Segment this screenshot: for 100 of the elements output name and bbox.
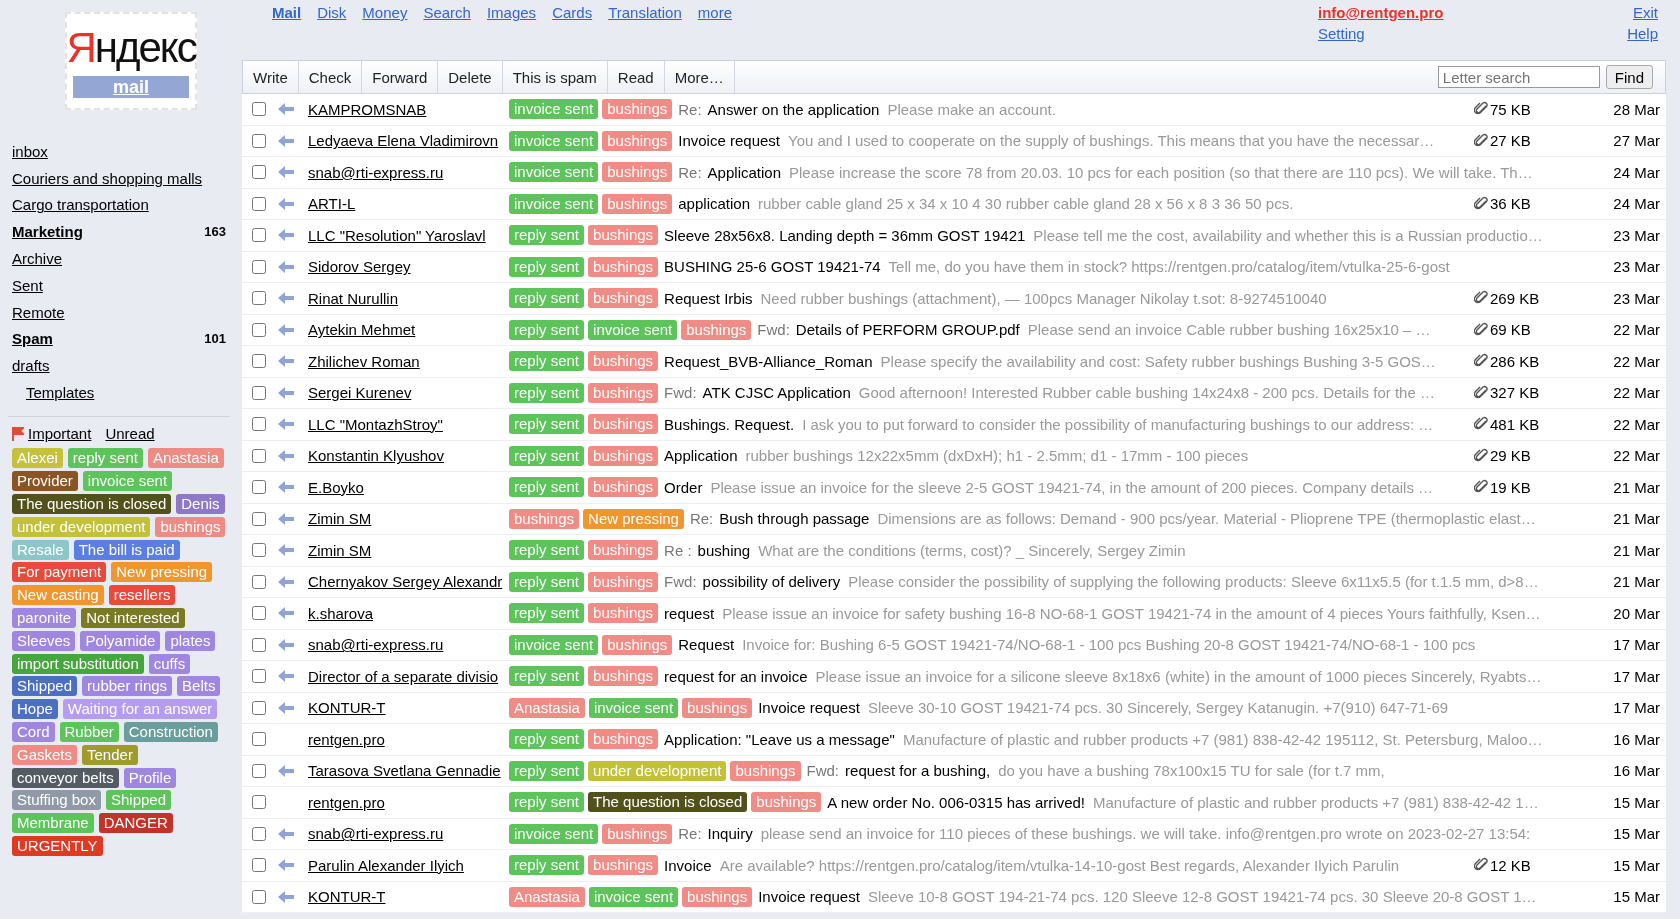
message-subject[interactable]: Application: "Leave us a message"	[664, 730, 895, 748]
search-field[interactable]: Letter search	[1437, 66, 1600, 88]
message-tag[interactable]: Anastasia	[509, 697, 585, 718]
label-tag[interactable]: plates	[165, 630, 216, 651]
message-tag[interactable]: bushings	[751, 792, 822, 813]
message-tag[interactable]: bushings	[602, 823, 673, 844]
message-tag[interactable]: bushings	[602, 634, 673, 655]
message-tag[interactable]: bushings	[588, 571, 659, 592]
label-tag[interactable]: Construction	[123, 721, 218, 742]
message-checkbox[interactable]	[252, 417, 266, 432]
sender-link[interactable]: rentgen.pro	[308, 730, 385, 748]
label-tag[interactable]: New casting	[12, 585, 104, 606]
message-subject[interactable]: Invoice	[664, 856, 712, 874]
toolbar-button[interactable]: Check	[298, 61, 363, 93]
logo-product[interactable]: mail	[73, 76, 189, 98]
sender-link[interactable]: Sergei Kurenev	[308, 384, 412, 402]
folder-link[interactable]: Spam	[12, 330, 53, 348]
sender-link[interactable]: Zimin SM	[308, 510, 372, 528]
nav-link[interactable]: Translation	[608, 4, 682, 60]
message-subject[interactable]: Application	[707, 163, 781, 181]
message-tag[interactable]: bushings	[602, 193, 673, 214]
message-checkbox[interactable]	[252, 102, 266, 117]
folder-link[interactable]: Remote	[12, 303, 65, 321]
label-tag[interactable]: resellers	[108, 585, 176, 606]
label-tag[interactable]: Sleeves	[12, 630, 76, 651]
message-tag[interactable]: bushings	[602, 162, 673, 183]
logo[interactable]: Яндекс mail	[65, 12, 197, 110]
message-tag[interactable]: bushings	[588, 414, 659, 435]
sender-link[interactable]: k.sharova	[308, 604, 374, 622]
message-checkbox[interactable]	[252, 637, 266, 652]
message-tag[interactable]: bushings	[682, 697, 753, 718]
nav-link[interactable]: Cards	[552, 4, 593, 60]
message-subject[interactable]: A new order No. 006-0315 has arrived!	[827, 793, 1085, 811]
message-checkbox[interactable]	[252, 732, 266, 747]
label-tag[interactable]: import substitution	[12, 653, 144, 674]
label-tag[interactable]: bushings	[155, 516, 226, 537]
message-checkbox[interactable]	[252, 669, 266, 684]
sender-link[interactable]: Zimin SM	[308, 541, 372, 559]
message-checkbox[interactable]	[252, 826, 266, 841]
nav-link[interactable]: Search	[423, 4, 471, 60]
sender-link[interactable]: KAMPROMSNAB	[308, 100, 427, 118]
message-subject[interactable]: Sleeve 28x56x8. Landing depth = 36mm GOST 19421	[664, 226, 1026, 244]
folder-link[interactable]: Marketing	[12, 223, 83, 241]
folder-link[interactable]: Archive	[12, 250, 63, 268]
sender-link[interactable]: LLC "MontazhStroy"	[308, 415, 443, 433]
message-checkbox[interactable]	[252, 700, 266, 715]
toolbar-button[interactable]: Write	[243, 61, 299, 93]
label-tag[interactable]: paronite	[12, 607, 77, 628]
label-tag[interactable]: Provider	[12, 471, 78, 492]
message-tag[interactable]: The question is closed	[588, 792, 748, 813]
message-tag[interactable]: bushings	[588, 855, 659, 876]
label-tag[interactable]: Tender	[82, 744, 138, 765]
label-tag[interactable]: Gaskets	[12, 744, 78, 765]
sender-link[interactable]: Zhilichev Roman	[308, 352, 420, 370]
message-checkbox[interactable]	[252, 606, 266, 621]
message-tag[interactable]: bushings	[588, 666, 659, 687]
message-checkbox[interactable]	[252, 511, 266, 526]
nav-link[interactable]: Money	[362, 4, 408, 60]
message-tag[interactable]: bushings	[588, 477, 659, 498]
sender-link[interactable]: Parulin Alexander Ilyich	[308, 856, 464, 874]
message-checkbox[interactable]	[252, 543, 266, 558]
message-tag[interactable]: bushings	[588, 540, 659, 561]
sender-link[interactable]: snab@rti-express.ru	[308, 825, 444, 843]
message-tag[interactable]: bushings	[588, 288, 659, 309]
label-tag[interactable]: For payment	[12, 562, 107, 583]
message-tag[interactable]: bushings	[730, 760, 801, 781]
message-checkbox[interactable]	[252, 889, 266, 904]
sender-link[interactable]: snab@rti-express.ru	[308, 636, 444, 654]
label-tag[interactable]: Profile	[123, 767, 177, 788]
label-tag[interactable]: Denis	[176, 493, 225, 514]
folder-link[interactable]: drafts	[12, 357, 50, 375]
message-tag[interactable]: bushings	[588, 382, 659, 403]
message-checkbox[interactable]	[252, 385, 266, 400]
account-email[interactable]: info@rentgen.pro	[1318, 4, 1588, 21]
message-tag[interactable]: bushings	[588, 445, 659, 466]
message-tag[interactable]: bushings	[602, 99, 673, 120]
filter-link[interactable]: Important	[28, 425, 92, 443]
message-subject[interactable]: Request Irbis	[664, 289, 753, 307]
message-checkbox[interactable]	[252, 795, 266, 810]
message-tag[interactable]: bushings	[509, 508, 580, 529]
message-checkbox[interactable]	[252, 480, 266, 495]
exit-link[interactable]: Exit	[1633, 4, 1658, 21]
nav-link[interactable]: Mail	[272, 4, 302, 60]
find-button[interactable]: Find	[1605, 65, 1653, 89]
label-tag[interactable]: Shipped	[12, 676, 78, 697]
message-subject[interactable]: Invoice request	[678, 132, 780, 150]
toolbar-button[interactable]: Read	[607, 61, 665, 93]
message-checkbox[interactable]	[252, 354, 266, 369]
message-subject[interactable]: Bushings. Request.	[664, 415, 795, 433]
message-subject[interactable]: Request	[678, 636, 735, 654]
message-checkbox[interactable]	[252, 322, 266, 337]
settings-link[interactable]: Setting	[1318, 25, 1588, 42]
sender-link[interactable]: ARTI-L	[308, 195, 356, 213]
message-checkbox[interactable]	[252, 165, 266, 180]
message-checkbox[interactable]	[252, 259, 266, 274]
message-subject[interactable]: possibility of delivery	[702, 573, 841, 591]
sender-link[interactable]: KONTUR-T	[308, 888, 386, 906]
sender-link[interactable]: Rinat Nurullin	[308, 289, 399, 307]
message-checkbox[interactable]	[252, 196, 266, 211]
label-tag[interactable]: Cord	[12, 721, 55, 742]
